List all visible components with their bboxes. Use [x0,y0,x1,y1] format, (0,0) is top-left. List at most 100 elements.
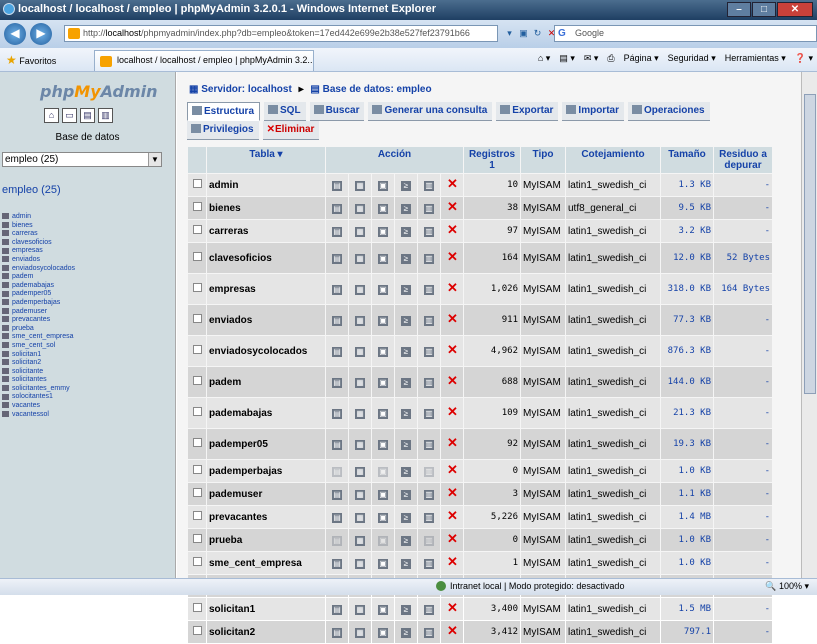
browse-icon[interactable]: ▤ [332,512,342,523]
structure-icon[interactable]: ▦ [355,253,365,264]
drop-icon[interactable]: ✕ [447,555,458,568]
row-checkbox[interactable] [192,376,202,385]
row-checkbox[interactable] [192,438,202,447]
row-checkbox[interactable] [192,345,202,354]
nav-table-item[interactable]: enviados [2,256,75,265]
browse-icon[interactable]: ▤ [332,439,342,450]
browse-icon[interactable]: ▤ [332,558,342,569]
menu-page[interactable]: Página ▾ [624,53,659,64]
insert-icon[interactable]: ≥ [401,226,411,237]
print-icon[interactable]: ⎙ [607,53,614,64]
menu-security[interactable]: Seguridad ▾ [668,53,716,64]
nav-table-item[interactable]: sme_cent_empresa [2,333,75,342]
drop-icon[interactable]: ✕ [447,624,458,637]
insert-icon[interactable]: ≥ [401,627,411,638]
structure-icon[interactable]: ▦ [355,226,365,237]
nav-table-item[interactable]: solicitan2 [2,359,75,368]
empty-icon[interactable]: ▥ [424,226,434,237]
table-name[interactable]: padem [207,367,325,397]
nav-table-item[interactable]: solocitantes1 [2,393,75,402]
row-checkbox[interactable] [192,511,202,520]
table-name[interactable]: bienes [207,197,325,219]
tab-drop[interactable]: ✕Eliminar [262,121,320,140]
search-icon[interactable]: ▣ [378,489,388,500]
browse-icon[interactable]: ▤ [332,627,342,638]
query-window-icon[interactable]: ▭ [62,108,77,123]
nav-table-item[interactable]: padem [2,273,75,282]
empty-icon[interactable]: ▥ [424,346,434,357]
scrollbar-thumb[interactable] [804,94,816,394]
breadcrumb-server[interactable]: Servidor: localhost [201,84,292,95]
row-checkbox[interactable] [192,179,202,188]
maximize-button[interactable]: □ [752,2,776,17]
home-icon[interactable]: ⌂ ▾ [538,53,550,64]
table-name[interactable]: pademabajas [207,398,325,428]
insert-icon[interactable]: ≥ [401,180,411,191]
header-records[interactable]: Registros 1 [464,147,520,173]
zoom-control[interactable]: 🔍 100% ▾ [765,581,809,592]
empty-icon[interactable]: ▥ [424,253,434,264]
drop-icon[interactable]: ✕ [447,177,458,190]
nav-table-item[interactable]: solicitante [2,368,75,377]
browse-icon[interactable]: ▤ [332,377,342,388]
structure-icon[interactable]: ▦ [355,284,365,295]
row-checkbox[interactable] [192,465,202,474]
size-value[interactable]: 19.3 KB [661,429,713,459]
insert-icon[interactable]: ≥ [401,377,411,388]
row-checkbox[interactable] [192,202,202,211]
tab-search[interactable]: Buscar [309,102,365,121]
feeds-icon[interactable]: ▤ ▾ [559,53,575,64]
size-value[interactable]: 1.5 MB [661,598,713,620]
search-icon[interactable]: ▣ [378,377,388,388]
table-name[interactable]: admin [207,174,325,196]
table-name[interactable]: pademuser [207,483,325,505]
empty-icon[interactable]: ▥ [424,284,434,295]
table-name[interactable]: enviados [207,305,325,335]
table-name[interactable]: carreras [207,220,325,242]
row-checkbox[interactable] [192,407,202,416]
drop-icon[interactable]: ✕ [447,532,458,545]
table-name[interactable]: sme_cent_empresa [207,552,325,574]
search-icon[interactable]: ▣ [378,512,388,523]
size-value[interactable]: 1.1 KB [661,483,713,505]
table-name[interactable]: clavesoficios [207,243,325,273]
back-icon[interactable]: ◀ [4,23,26,45]
size-value[interactable]: 9.5 KB [661,197,713,219]
search-icon[interactable]: ▣ [378,315,388,326]
tab-query[interactable]: Generar una consulta [368,102,493,121]
header-table[interactable]: Tabla ▾ [207,147,325,173]
compat-view-icon[interactable]: ▣ [516,25,531,42]
search-icon[interactable]: ▣ [378,408,388,419]
nav-table-item[interactable]: pademabajas [2,282,75,291]
row-checkbox[interactable] [192,534,202,543]
nav-table-item[interactable]: clavesoficios [2,239,75,248]
structure-icon[interactable]: ▦ [355,180,365,191]
insert-icon[interactable]: ≥ [401,535,411,546]
search-icon[interactable]: ▣ [378,284,388,295]
size-value[interactable]: 1.0 KB [661,460,713,482]
size-value[interactable]: 21.3 KB [661,398,713,428]
browse-icon[interactable]: ▤ [332,226,342,237]
home-icon[interactable]: ⌂ [44,108,59,123]
size-value[interactable]: 318.0 KB [661,274,713,304]
search-icon[interactable]: ▣ [378,226,388,237]
size-value[interactable]: 144.0 KB [661,367,713,397]
insert-icon[interactable]: ≥ [401,284,411,295]
nav-table-item[interactable]: pademper05 [2,290,75,299]
search-icon[interactable]: ▣ [378,604,388,615]
drop-icon[interactable]: ✕ [447,486,458,499]
drop-icon[interactable]: ✕ [447,601,458,614]
table-name[interactable]: solicitan2 [207,621,325,643]
empty-icon[interactable]: ▥ [424,535,434,546]
structure-icon[interactable]: ▦ [355,512,365,523]
insert-icon[interactable]: ≥ [401,439,411,450]
browse-icon[interactable]: ▤ [332,346,342,357]
phpmyadmin-logo[interactable]: phpMyAdmin [40,82,158,101]
structure-icon[interactable]: ▦ [355,203,365,214]
drop-icon[interactable]: ✕ [447,312,458,325]
nav-table-item[interactable]: vacantes [2,402,75,411]
refresh-icon[interactable]: ↻ [530,25,545,42]
structure-icon[interactable]: ▦ [355,558,365,569]
tab-import[interactable]: Importar [562,102,624,121]
db-link[interactable]: empleo (25) [2,184,61,196]
